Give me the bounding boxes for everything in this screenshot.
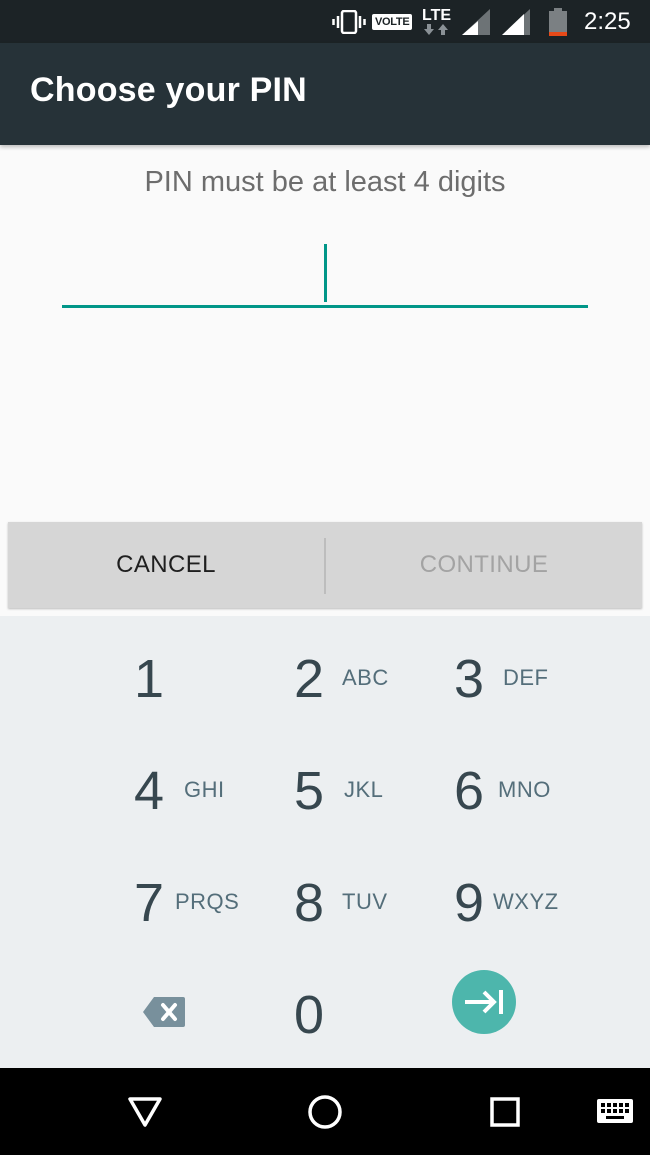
key-digit: 2 bbox=[294, 649, 325, 709]
key-digit: 8 bbox=[294, 873, 325, 933]
delete-key[interactable] bbox=[80, 956, 240, 1068]
key-letters: DEF bbox=[503, 665, 549, 690]
pin-requirement-text: PIN must be at least 4 digits bbox=[144, 166, 506, 198]
recents-button[interactable] bbox=[470, 1068, 540, 1155]
app-bar: Choose your PIN bbox=[0, 43, 650, 145]
key-1[interactable]: 1 bbox=[80, 620, 240, 732]
volte-badge: VOLTE bbox=[372, 0, 413, 43]
key-digit: 1 bbox=[134, 649, 165, 709]
cancel-button[interactable]: CANCEL bbox=[8, 522, 324, 608]
signal-icon bbox=[462, 0, 490, 43]
key-letters: GHI bbox=[184, 777, 225, 802]
key-digit: 7 bbox=[134, 873, 165, 933]
text-cursor bbox=[324, 244, 327, 302]
navigation-bar bbox=[0, 1068, 650, 1155]
key-letters: MNO bbox=[498, 777, 551, 802]
key-letters: JKL bbox=[344, 777, 384, 802]
key-7[interactable]: 7 PRQS bbox=[80, 844, 240, 956]
volte-label: VOLTE bbox=[372, 13, 413, 30]
key-digit: 0 bbox=[294, 985, 325, 1045]
vibrate-icon bbox=[332, 0, 366, 43]
battery-low-icon bbox=[549, 0, 567, 43]
key-4[interactable]: 4 GHI bbox=[80, 732, 240, 844]
key-digit: 5 bbox=[294, 761, 325, 821]
recents-square-icon bbox=[490, 1096, 520, 1127]
key-3[interactable]: 3 DEF bbox=[400, 620, 560, 732]
home-button[interactable] bbox=[290, 1068, 360, 1155]
backspace-icon bbox=[143, 997, 185, 1027]
keyboard-icon bbox=[597, 1098, 633, 1123]
key-9[interactable]: 9 WXYZ bbox=[400, 844, 560, 956]
key-5[interactable]: 5 JKL bbox=[240, 732, 400, 844]
signal-icon bbox=[502, 0, 530, 43]
lte-data-icon: LTE bbox=[422, 0, 451, 43]
clock: 2:25 bbox=[584, 7, 631, 35]
key-8[interactable]: 8 TUV bbox=[240, 844, 400, 956]
key-0[interactable]: 0 bbox=[240, 956, 400, 1068]
key-digit: 6 bbox=[454, 761, 485, 821]
key-letters: PRQS bbox=[175, 889, 240, 914]
keyboard-switch-button[interactable] bbox=[588, 1068, 642, 1155]
key-letters: WXYZ bbox=[493, 889, 559, 914]
status-bar: VOLTE LTE 2:25 bbox=[0, 0, 650, 43]
key-letters: TUV bbox=[342, 889, 388, 914]
key-letters: ABC bbox=[342, 665, 389, 690]
key-digit: 4 bbox=[134, 761, 165, 821]
back-triangle-icon bbox=[128, 1096, 162, 1127]
key-digit: 3 bbox=[454, 649, 485, 709]
key-6[interactable]: 6 MNO bbox=[400, 732, 560, 844]
key-2[interactable]: 2 ABC bbox=[240, 620, 400, 732]
continue-button[interactable]: CONTINUE bbox=[326, 522, 642, 608]
network-label: LTE bbox=[422, 6, 452, 24]
button-bar: CANCEL CONTINUE bbox=[8, 522, 642, 608]
key-digit: 9 bbox=[454, 873, 485, 933]
page-title: Choose your PIN bbox=[30, 71, 307, 109]
back-button[interactable] bbox=[110, 1068, 180, 1155]
home-circle-icon bbox=[308, 1094, 342, 1129]
enter-key[interactable] bbox=[400, 946, 560, 1058]
tab-enter-icon bbox=[452, 970, 516, 1034]
numeric-keypad: 1 2 ABC 3 DEF 4 GHI 5 JKL 6 MNO 7 PRQS 8… bbox=[0, 616, 650, 1068]
